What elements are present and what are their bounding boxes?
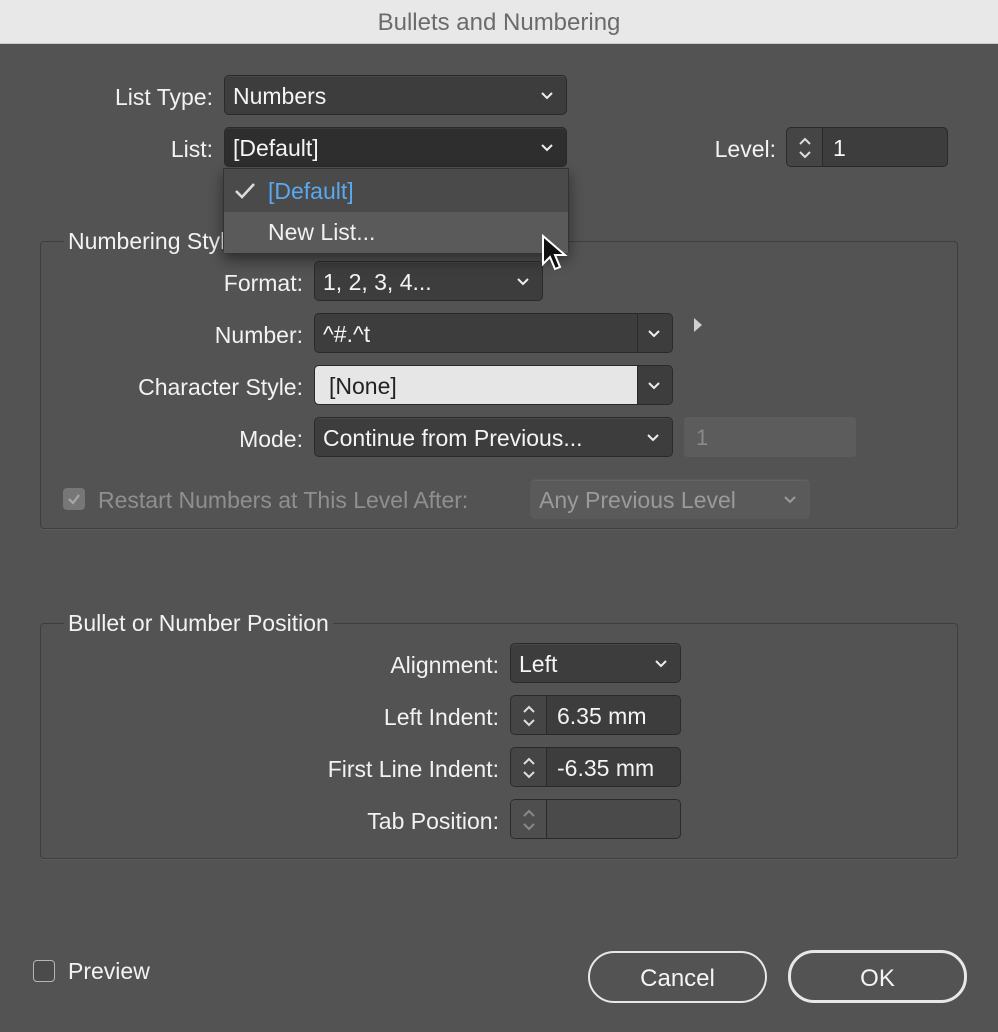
character-style-dropdown-button[interactable] (636, 366, 672, 404)
chevron-down-icon (541, 144, 553, 152)
mode-label: Mode: (239, 426, 303, 452)
left-indent-label: Left Indent: (383, 704, 499, 730)
list-type-label: List Type: (114, 84, 213, 110)
first-line-indent-stepper-arrows[interactable] (511, 748, 547, 786)
list-type-select[interactable]: Numbers (224, 75, 567, 115)
position-group (40, 623, 958, 859)
tab-position-label: Tab Position: (367, 808, 499, 834)
mode-select[interactable]: Continue from Previous... (314, 417, 673, 457)
chevron-down-icon (655, 660, 667, 668)
number-dropdown-button[interactable] (636, 314, 672, 352)
ok-button[interactable]: OK (788, 950, 967, 1003)
window-titlebar: Bullets and Numbering (0, 0, 998, 44)
cancel-button-label: Cancel (640, 965, 715, 992)
level-value[interactable]: 1 (833, 135, 846, 162)
preview-checkbox[interactable] (33, 960, 55, 982)
alignment-value: Left (519, 651, 558, 677)
tab-position-stepper-arrows (511, 800, 547, 838)
chevron-down-icon (541, 92, 553, 100)
list-select[interactable]: [Default] (224, 127, 567, 167)
position-group-title: Bullet or Number Position (64, 610, 333, 637)
level-stepper[interactable]: 1 (786, 127, 948, 167)
start-at-field: 1 (684, 417, 856, 457)
window-title: Bullets and Numbering (377, 9, 621, 36)
format-value: 1, 2, 3, 4... (323, 269, 432, 295)
number-label: Number: (214, 322, 303, 348)
stepper-arrows-icon (523, 757, 535, 779)
first-line-indent-label: First Line Indent: (327, 756, 499, 782)
list-dropdown-item-new-list[interactable]: New List... (224, 212, 568, 253)
restart-level-select: Any Previous Level (530, 479, 810, 519)
list-value: [Default] (233, 135, 319, 161)
number-combo[interactable]: ^#.^t (314, 313, 673, 353)
stepper-arrows-icon (799, 137, 811, 159)
numbering-style-title: Numbering Style (64, 228, 243, 255)
level-label: Level: (714, 136, 776, 162)
left-indent-stepper-arrows[interactable] (511, 696, 547, 734)
mouse-cursor-icon (542, 234, 568, 271)
start-at-value: 1 (696, 425, 709, 450)
left-indent-value[interactable]: 6.35 mm (557, 703, 646, 730)
character-style-label: Character Style: (138, 374, 303, 400)
first-line-indent-stepper[interactable]: -6.35 mm (510, 747, 681, 787)
character-style-field[interactable]: [None] (315, 366, 638, 404)
preview-label[interactable]: Preview (68, 958, 150, 985)
format-label: Format: (223, 270, 303, 296)
restart-level-value: Any Previous Level (539, 487, 736, 513)
stepper-arrows-icon (523, 809, 535, 831)
list-dropdown-item-label: New List... (268, 219, 376, 245)
restart-numbers-checkbox (63, 488, 85, 510)
number-field[interactable]: ^#.^t (315, 314, 638, 352)
chevron-down-icon (647, 434, 659, 442)
character-style-value: [None] (329, 373, 397, 399)
format-select[interactable]: 1, 2, 3, 4... (314, 261, 543, 301)
list-dropdown-menu: [Default] New List... (223, 168, 569, 254)
checkmark-icon (68, 494, 80, 505)
cancel-button[interactable]: Cancel (588, 951, 767, 1003)
tab-position-stepper (510, 799, 681, 839)
restart-numbers-label: Restart Numbers at This Level After: (98, 487, 469, 513)
list-type-value: Numbers (233, 83, 327, 109)
list-dropdown-item-label: [Default] (268, 178, 354, 204)
chevron-down-icon (648, 382, 660, 390)
alignment-label: Alignment: (390, 652, 499, 678)
list-dropdown-item-default[interactable]: [Default] (224, 171, 568, 212)
ok-button-label: OK (860, 965, 895, 992)
chevron-down-icon (784, 496, 796, 504)
insert-special-character-icon[interactable] (692, 316, 704, 334)
number-value: ^#.^t (323, 321, 371, 347)
stepper-arrows-icon (523, 705, 535, 727)
level-stepper-arrows[interactable] (787, 128, 823, 166)
mode-value: Continue from Previous... (323, 425, 583, 451)
checkmark-icon (235, 183, 255, 199)
chevron-down-icon (648, 330, 660, 338)
chevron-down-icon (517, 278, 529, 286)
left-indent-stepper[interactable]: 6.35 mm (510, 695, 681, 735)
alignment-select[interactable]: Left (510, 643, 681, 683)
character-style-combo[interactable]: [None] (314, 365, 673, 405)
list-label: List: (170, 136, 213, 162)
first-line-indent-value[interactable]: -6.35 mm (557, 755, 654, 782)
